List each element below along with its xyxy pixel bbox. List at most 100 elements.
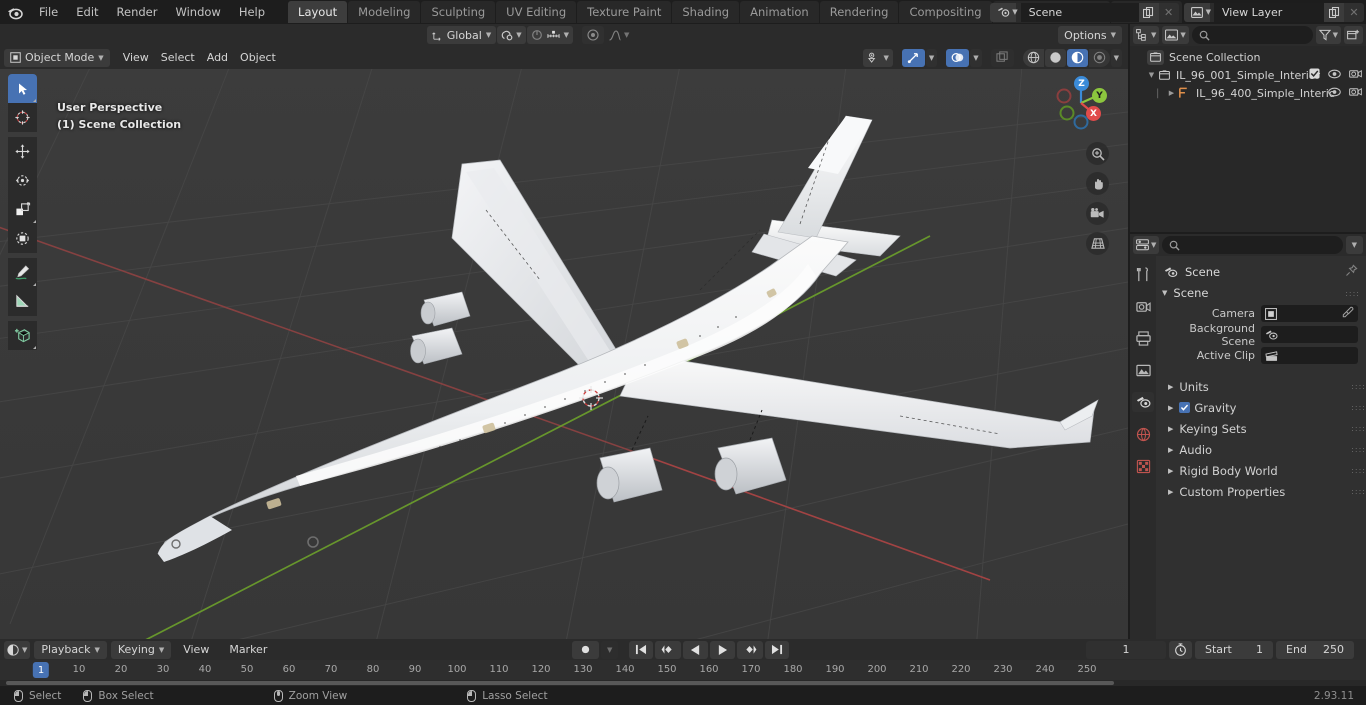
pan-hand-icon[interactable] [1086,172,1109,195]
tab-modeling[interactable]: Modeling [348,1,421,23]
new-scene-button[interactable] [1138,2,1159,22]
menu-edit[interactable]: Edit [67,0,107,24]
tab-rendering[interactable]: Rendering [819,1,899,23]
disclosure-triangle[interactable]: ▶ [1166,89,1177,97]
tool-annotate[interactable] [8,258,37,287]
gravity-checkbox[interactable] [1179,402,1191,413]
panel-drag-handle[interactable]: :::: [1351,424,1366,433]
shading-wireframe-button[interactable] [1022,48,1044,67]
unlink-scene-button[interactable]: ✕ [1158,2,1179,22]
play-button[interactable] [710,640,736,659]
outliner-search-input[interactable] [1191,26,1313,44]
jump-to-start-button[interactable] [629,640,654,659]
panel-drag-handle[interactable]: :::: [1351,403,1366,412]
next-keyframe-button[interactable] [737,640,764,659]
disclosure-triangle[interactable]: ▼ [1146,71,1157,79]
show-overlays-button[interactable] [946,48,970,67]
panel-disclosure-icon[interactable]: ▶ [1168,383,1173,391]
outliner-row-collection[interactable]: ▼ IL_96_001_Simple_Interior [1130,66,1366,84]
proportional-edit-group[interactable]: ▼ [526,26,574,44]
proportional-editing-toggle[interactable] [582,26,605,44]
panel-disclosure-icon[interactable]: ▶ [1168,425,1173,433]
playback-dropdown[interactable]: Playback ▼ [34,640,107,659]
menu-window[interactable]: Window [166,0,229,24]
show-gizmo-button[interactable] [901,48,925,67]
panel-drag-handle[interactable]: :::: [1345,289,1360,298]
tab-compositing[interactable]: Compositing [899,1,992,23]
tab-world[interactable] [1132,424,1154,444]
tool-scale[interactable] [8,195,37,224]
shading-options-dropdown[interactable]: ▼ [1110,48,1122,67]
properties-options-dropdown[interactable]: ▼ [1345,236,1363,254]
panel-disclosure-icon[interactable]: ▶ [1168,467,1173,475]
properties-editor-type-dropdown[interactable]: ▼ [1133,236,1160,254]
tab-shading[interactable]: Shading [672,1,740,23]
tool-transform[interactable] [8,224,37,253]
chevron-down-icon[interactable]: ▼ [516,31,521,39]
overlays-options-dropdown[interactable]: ▼ [970,48,982,67]
options-dropdown[interactable]: Options ▼ [1058,26,1122,44]
panel-keying-sets[interactable]: ▶ Keying Sets :::: [1156,418,1366,439]
scene-id-block[interactable]: ▼ Scene ✕ [990,2,1179,22]
blender-logo-icon[interactable] [0,0,30,24]
shading-solid-button[interactable] [1044,48,1066,67]
xray-toggle-button[interactable] [990,48,1014,67]
keying-dropdown[interactable]: Keying ▼ [110,640,172,659]
camera-view-icon[interactable] [1086,202,1109,225]
menu-help[interactable]: Help [230,0,274,24]
prev-keyframe-button[interactable] [655,640,682,659]
jump-to-end-button[interactable] [765,640,790,659]
properties-search-input[interactable] [1162,236,1343,254]
panel-disclosure-icon[interactable]: ▶ [1168,488,1173,496]
active-clip-field[interactable] [1261,347,1358,364]
chevron-down-icon[interactable]: ▼ [1333,31,1338,39]
timeline-menu-marker[interactable]: Marker [221,641,275,659]
tab-texture[interactable] [1132,456,1154,476]
panel-rigid-body-world[interactable]: ▶ Rigid Body World :::: [1156,460,1366,481]
tool-move[interactable] [8,137,37,166]
new-collection-button[interactable] [1344,26,1363,44]
panel-drag-handle[interactable]: :::: [1351,382,1366,391]
outliner-row-scene-collection[interactable]: Scene Collection [1130,48,1366,66]
tool-tweak[interactable] [8,74,37,103]
tab-view-layer[interactable] [1132,360,1154,380]
view-layer-name-field[interactable]: View Layer [1214,2,1324,22]
current-frame-field[interactable]: 1 [1086,640,1166,659]
chevron-down-icon[interactable]: ▼ [883,54,888,62]
eyedropper-icon[interactable] [1342,306,1354,321]
tab-sculpting[interactable]: Sculpting [421,1,496,23]
outliner-editor[interactable]: ▼ ▼ ▼ Scene Collection ▼ IL_96_001_Simpl… [1130,24,1366,232]
exclude-checkbox[interactable] [1309,68,1320,82]
camera-field[interactable] [1261,305,1358,322]
chevron-down-icon[interactable]: ▼ [1151,241,1156,249]
panel-drag-handle[interactable]: :::: [1351,445,1366,454]
tab-render[interactable] [1132,296,1154,316]
start-frame-field[interactable]: Start 1 [1195,640,1273,659]
timeline-menu-view[interactable]: View [175,641,217,659]
tab-uv-editing[interactable]: UV Editing [496,1,577,23]
panel-drag-handle[interactable]: :::: [1351,466,1366,475]
viewport-menu-view[interactable]: View [117,49,155,67]
menu-render[interactable]: Render [108,0,167,24]
3d-viewport[interactable]: Global ▼ ▼ ▼ ▼ Options ▼ Object Mode ▼ V… [0,24,1128,639]
auto-keying-options-dropdown[interactable]: ▼ [600,640,619,659]
chevron-down-icon[interactable]: ▼ [1206,8,1214,16]
gizmo-axis-x[interactable]: X [1086,106,1101,121]
pin-icon[interactable] [1345,264,1358,280]
viewport-menu-add[interactable]: Add [201,49,234,67]
play-reverse-button[interactable] [683,640,709,659]
new-view-layer-button[interactable] [1324,2,1344,22]
tool-measure[interactable] [8,287,37,316]
viewport-menu-select[interactable]: Select [155,49,201,67]
panel-scene-header[interactable]: ▼ Scene :::: [1156,283,1366,303]
gizmo-axis-y[interactable]: Y [1092,88,1107,103]
viewport-menu-object[interactable]: Object [234,49,282,67]
panel-gravity[interactable]: ▶ Gravity :::: [1156,397,1366,418]
timeline-editor-type-dropdown[interactable]: ▼ [4,640,31,659]
navigation-gizmo[interactable]: Z Y X [1050,72,1112,134]
panel-audio[interactable]: ▶ Audio :::: [1156,439,1366,460]
chevron-down-icon[interactable]: ▼ [1352,241,1357,249]
transform-orientation-dropdown[interactable]: Global ▼ [426,26,497,44]
chevron-down-icon[interactable]: ▼ [564,31,569,39]
tool-add-cube[interactable] [8,321,37,350]
